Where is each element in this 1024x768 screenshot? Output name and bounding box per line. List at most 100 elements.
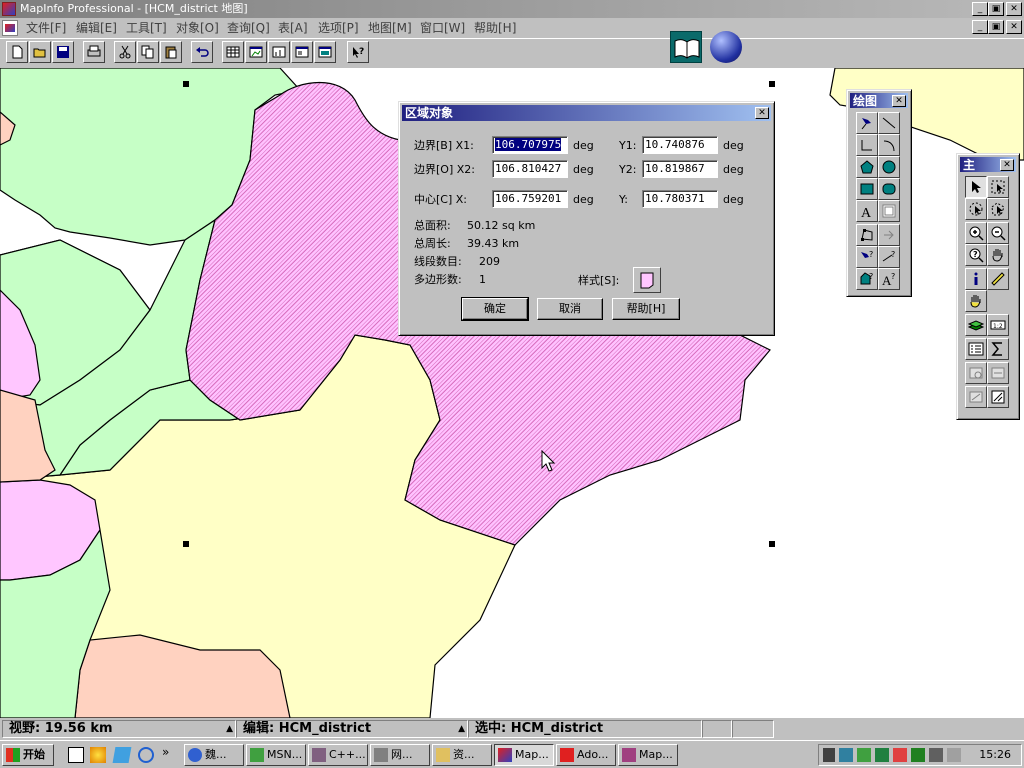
dialog-title-bar[interactable]: 区域对象 ✕: [402, 105, 771, 121]
paste-button[interactable]: [160, 41, 182, 63]
frame-tool-button[interactable]: [878, 200, 900, 222]
ellipse-tool-button[interactable]: [878, 156, 900, 178]
menu-window[interactable]: 窗口[W]: [420, 18, 465, 38]
mapinfo-app-icon[interactable]: [2, 2, 16, 16]
change-view-button[interactable]: ?: [965, 244, 987, 266]
new-browser-button[interactable]: [222, 41, 244, 63]
selection-status-panel[interactable]: 选中: HCM_district: [468, 720, 702, 738]
clock[interactable]: 15:26: [979, 747, 1011, 763]
add-node-tool-button[interactable]: [878, 224, 900, 246]
taskbar-task-7[interactable]: Ado...: [556, 744, 616, 766]
restore-button[interactable]: ▣: [988, 2, 1004, 16]
show-desktop-icon[interactable]: [68, 747, 84, 763]
main-palette-title-bar[interactable]: 主 ✕: [960, 157, 1016, 172]
tray-app-icon-4[interactable]: [911, 748, 925, 762]
menu-help[interactable]: 帮助[H]: [474, 18, 516, 38]
zoom-status-panel[interactable]: 视野: 19.56 km ▲: [2, 720, 236, 738]
line-style-button[interactable]: ?: [878, 246, 900, 268]
grabber-button[interactable]: [987, 244, 1009, 266]
symbol-style-button[interactable]: ?: [856, 246, 878, 268]
clip-region-button[interactable]: [965, 386, 987, 408]
text-tool-button[interactable]: A: [856, 200, 878, 222]
info-tool-button[interactable]: [965, 268, 987, 290]
selection-handle-top-right[interactable]: [769, 81, 775, 87]
taskbar-task-3[interactable]: C++...: [308, 744, 368, 766]
scale-bar-button[interactable]: 1:2: [987, 314, 1009, 336]
start-button[interactable]: 开始: [2, 744, 54, 766]
tray-app-icon-3[interactable]: [893, 748, 907, 762]
close-button[interactable]: ✕: [1006, 2, 1022, 16]
menu-options[interactable]: 选项[P]: [318, 18, 359, 38]
menu-table[interactable]: 表[A]: [278, 18, 308, 38]
new-grapher-button[interactable]: [268, 41, 290, 63]
bound-x1-field[interactable]: 106.707975: [492, 136, 568, 154]
tray-app-icon-2[interactable]: [875, 748, 889, 762]
line-tool-button[interactable]: [878, 112, 900, 134]
taskbar-task-6[interactable]: Map...: [494, 744, 554, 766]
ruler-tool-button[interactable]: [987, 268, 1009, 290]
document-window-icon[interactable]: [2, 20, 18, 36]
network-icon[interactable]: [839, 748, 853, 762]
selection-handle-bottom-left[interactable]: [183, 541, 189, 547]
copy-button[interactable]: [137, 41, 159, 63]
new-mapper-button[interactable]: [245, 41, 267, 63]
ok-button[interactable]: 确定: [461, 297, 529, 321]
polygon-select-button[interactable]: [987, 198, 1009, 220]
marquee-select-button[interactable]: [987, 176, 1009, 198]
rectangle-tool-button[interactable]: [856, 178, 878, 200]
document-restore-button[interactable]: ▣: [988, 20, 1004, 34]
drawing-palette-title-bar[interactable]: 绘图 ✕: [850, 93, 908, 108]
document-minimize-button[interactable]: _: [972, 20, 988, 34]
center-x-field[interactable]: 106.759201: [492, 190, 568, 208]
menu-objects[interactable]: 对象[O]: [176, 18, 219, 38]
taskbar-task-1[interactable]: 魏...: [184, 744, 244, 766]
cut-button[interactable]: [114, 41, 136, 63]
bound-y2-field[interactable]: 10.819867: [642, 160, 718, 178]
selection-handle-top-left[interactable]: [183, 81, 189, 87]
main-palette-close-button[interactable]: ✕: [1000, 159, 1014, 171]
dialog-close-button[interactable]: ✕: [755, 107, 769, 119]
bound-x2-field[interactable]: 106.810427: [492, 160, 568, 178]
set-clip-button[interactable]: [987, 386, 1009, 408]
text-style-button[interactable]: A?: [878, 268, 900, 290]
legend-button[interactable]: [965, 338, 987, 360]
hotlink-tool-button[interactable]: [965, 290, 987, 312]
messenger-quicklaunch-icon[interactable]: [90, 747, 106, 763]
style-button[interactable]: [633, 267, 661, 293]
quicklaunch-more-icon[interactable]: »: [162, 745, 169, 759]
save-button[interactable]: [52, 41, 74, 63]
tray-app-icon-6[interactable]: [947, 748, 961, 762]
print-button[interactable]: [83, 41, 105, 63]
document-close-button[interactable]: ✕: [1006, 20, 1022, 34]
arc-tool-button[interactable]: [878, 134, 900, 156]
taskbar-task-2[interactable]: MSN...: [246, 744, 306, 766]
rounded-rectangle-tool-button[interactable]: [878, 178, 900, 200]
taskbar-task-4[interactable]: 网...: [370, 744, 430, 766]
help-pointer-button[interactable]: ?: [347, 41, 369, 63]
volume-icon[interactable]: [823, 748, 835, 762]
new-table-button[interactable]: [6, 41, 28, 63]
symbol-tool-button[interactable]: [856, 112, 878, 134]
help-button[interactable]: 帮助[H]: [612, 298, 680, 320]
ie-quicklaunch-icon[interactable]: [138, 747, 154, 763]
select-tool-button[interactable]: [965, 176, 987, 198]
menu-edit[interactable]: 编辑[E]: [76, 18, 117, 38]
cancel-button[interactable]: 取消: [537, 298, 603, 320]
new-redistrict-button[interactable]: [314, 41, 336, 63]
open-table-button[interactable]: [29, 41, 51, 63]
map-book-icon[interactable]: [670, 31, 702, 63]
reshape-tool-button[interactable]: [856, 224, 878, 246]
polyline-tool-button[interactable]: [856, 134, 878, 156]
drag-map-window-button[interactable]: [965, 362, 987, 384]
layer-control-button[interactable]: [965, 314, 987, 336]
menu-query[interactable]: 查询[Q]: [227, 18, 270, 38]
new-layout-button[interactable]: [291, 41, 313, 63]
bound-y1-field[interactable]: 10.740876: [642, 136, 718, 154]
menu-map[interactable]: 地图[M]: [368, 18, 412, 38]
zoom-in-button[interactable]: [965, 222, 987, 244]
polygon-tool-button[interactable]: [856, 156, 878, 178]
menu-file[interactable]: 文件[F]: [26, 18, 66, 38]
outlook-quicklaunch-icon[interactable]: [112, 747, 132, 763]
center-y-field[interactable]: 10.780371: [642, 190, 718, 208]
statistics-button[interactable]: [987, 338, 1009, 360]
